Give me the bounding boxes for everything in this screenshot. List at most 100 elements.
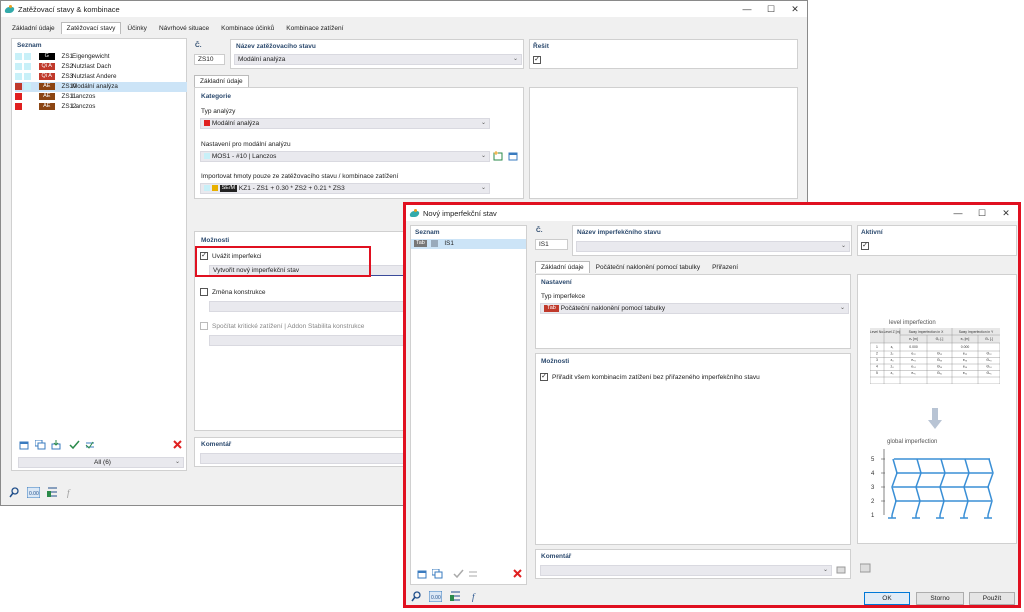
category-badge: Qi A [38,72,55,80]
list-item-selected[interactable]: Tab IS1 [411,239,526,249]
comment-field[interactable] [200,453,412,464]
table-header-cell: eₓ [m] [909,337,918,341]
search-icon[interactable] [410,590,423,602]
list-item[interactable]: Qi A ZS2 Nutzlast Dach [15,62,187,72]
tab-initial-sway-table[interactable]: Počáteční naklonění pomocí tabulky [590,261,706,273]
list-item[interactable]: AE ZS11 Lanczos [15,92,187,102]
no-field[interactable]: IS1 [535,239,568,250]
support-icon [936,515,944,519]
color-swatch [24,72,31,80]
table-cell: eₓ₄ [911,365,916,369]
name-field[interactable]: ⌄ [576,241,850,252]
maximize-button[interactable]: ☐ [759,1,783,17]
tab-design-situations[interactable]: Návrhové situace [153,22,215,34]
apply-button[interactable]: Použít [969,592,1015,605]
dialog-options-panel: Možnosti ✓ Přiřadit všem kombinacím zatí… [535,353,851,545]
comment-edit-icon[interactable] [835,564,848,576]
no-field[interactable]: ZS10 [194,54,225,65]
list-item-selected[interactable]: AE ZS10 Modální analýza [15,82,187,92]
imp-type-select[interactable]: Tab Počáteční naklonění pomocí tabulky ⌄ [540,303,849,314]
comment-field[interactable]: ⌄ [540,565,832,576]
modal-settings-value: MOS1 - #10 | Lanczos [211,153,277,160]
new-modal-settings-icon[interactable] [492,150,505,162]
imp-type-label: Typ imperfekce [541,293,586,300]
name-value: Modální analýza [238,56,286,63]
table-icon[interactable] [46,486,59,498]
tab-basic[interactable]: Základní údaje [535,261,590,273]
table-cell: eₓ₂ [911,352,916,356]
color-swatch [24,82,31,90]
dialog-list-panel: Seznam Tab IS1 [410,225,527,585]
tab-load-cases[interactable]: Zatěžovací stavy [60,22,122,34]
renumber-icon[interactable] [84,439,97,451]
analysis-type-value: Modální analýza [211,120,260,127]
support-icon [888,515,896,519]
new-item-icon[interactable] [18,439,31,451]
tab-inner-basic[interactable]: Základní údaje [194,75,249,87]
table-header-cell: Level Z [m] [884,330,901,334]
critical-load-checkbox[interactable] [200,322,208,330]
chevron-down-icon: ⌄ [480,153,486,159]
list-item[interactable]: G ZS1 Eigengewicht [15,52,187,62]
delete-icon[interactable] [171,439,184,451]
support-icon [984,515,992,519]
structure-change-checkbox[interactable] [200,288,208,296]
solve-checkbox[interactable]: ✓ [533,56,541,64]
minimize-button[interactable]: — [946,205,970,221]
list-item[interactable]: Qi A ZS3 Nutzlast Andere [15,72,187,82]
level-axis [881,449,885,515]
color-swatch [24,92,31,100]
dialog-titlebar: Nový imperfekční stav — ☐ ✕ [406,205,1018,221]
filter-select[interactable]: All (6) ⌄ [18,457,184,468]
units-icon[interactable]: 0.00 [429,590,442,602]
table-cell: 2 [876,352,878,356]
units-icon[interactable]: 0.00 [27,486,40,498]
function-icon[interactable]: f [470,590,483,602]
edit-modal-settings-icon[interactable] [507,150,520,162]
minimize-button[interactable]: — [735,1,759,17]
name-field[interactable]: Modální analýza ⌄ [234,54,522,65]
check-icon[interactable] [68,439,81,451]
import-icon[interactable] [50,439,63,451]
table-cell: 5 [876,371,878,375]
copy-item-icon[interactable] [34,439,47,451]
close-button[interactable]: ✕ [783,1,807,17]
analysis-type-select[interactable]: Modální analýza ⌄ [200,118,490,129]
structure-change-select[interactable] [209,301,409,312]
check-icon[interactable] [452,568,465,580]
critical-load-label: Spočítat kritické zatížení | Addon Stabi… [212,323,365,330]
tab-assignment[interactable]: Přiřazení [706,261,744,273]
app-icon [410,208,419,218]
color-swatch [24,102,31,110]
new-item-icon[interactable] [416,568,429,580]
tab-action-combinations[interactable]: Kombinace účinků [215,22,280,34]
import-mass-select[interactable]: SE/M KZ1 - ZS1 + 0.30 * ZS2 + 0.21 * ZS3… [200,183,490,194]
inner-tabs: Základní údaje [194,74,249,87]
illustration-settings-icon[interactable] [859,562,872,574]
tab-load-combinations[interactable]: Kombinace zatížení [280,22,349,34]
copy-item-icon[interactable] [431,568,444,580]
renumber-icon[interactable] [467,568,480,580]
tab-basic[interactable]: Základní údaje [6,22,61,34]
maximize-button[interactable]: ☐ [970,205,994,221]
main-bottom-toolbar: 0.00 f [6,486,106,500]
assign-all-checkbox[interactable]: ✓ [540,373,548,381]
search-icon[interactable] [8,486,21,498]
table-icon[interactable] [449,590,462,602]
cancel-button[interactable]: Storno [916,592,964,605]
svg-text:f: f [472,592,476,602]
function-icon[interactable]: f [65,486,78,498]
analysis-type-label: Typ analýzy [201,108,236,115]
tab-actions[interactable]: Účinky [121,22,153,34]
active-checkbox[interactable]: ✓ [861,242,869,250]
name-label: Název zatěžovacího stavu [236,43,316,50]
list-item[interactable]: AE ZS12 Lanczos [15,102,187,112]
table-cell: eᵧ₄ [963,365,968,369]
ok-button[interactable]: OK [864,592,910,605]
support-icon [912,515,920,519]
delete-icon[interactable] [511,568,524,580]
critical-load-select[interactable] [209,335,409,346]
close-button[interactable]: ✕ [994,205,1018,221]
modal-settings-select[interactable]: MOS1 - #10 | Lanczos ⌄ [200,151,490,162]
cyan-swatch [204,153,210,160]
